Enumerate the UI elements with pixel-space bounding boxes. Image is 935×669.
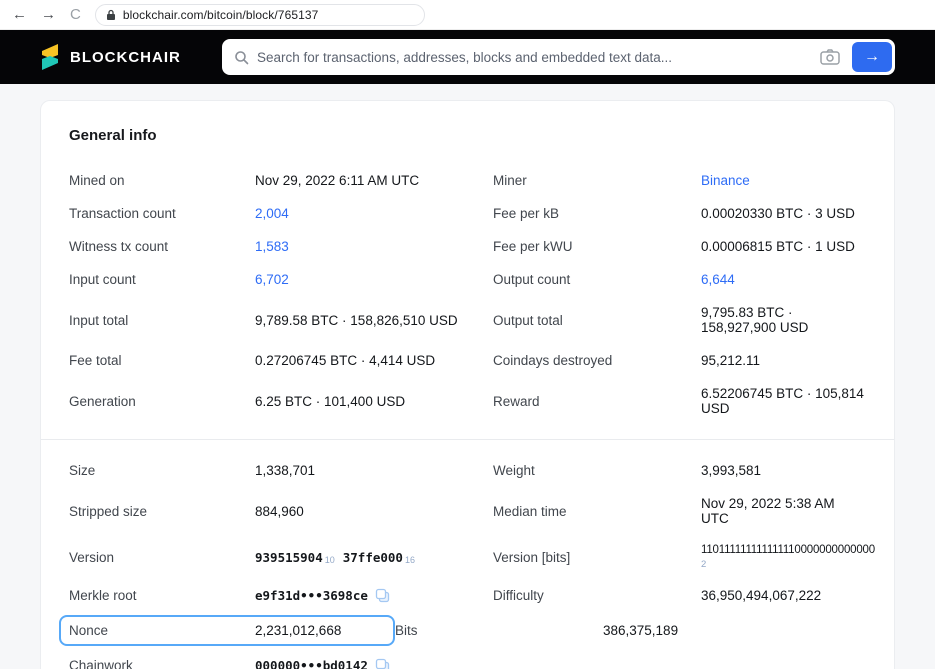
row-witness-feekwu: Witness tx count 1,583 Fee per kWU 0.000… xyxy=(69,230,866,263)
output-total-label: Output total xyxy=(493,313,701,328)
section-title: General info xyxy=(69,127,866,144)
search-icon xyxy=(234,50,249,65)
generation-value: 6.25 BTC · 101,400 USD xyxy=(255,394,493,409)
merkle-root-label: Merkle root xyxy=(69,588,255,603)
copy-icon[interactable] xyxy=(375,658,390,669)
weight-value: 3,993,581 xyxy=(701,463,866,478)
brand-name: BLOCKCHAIR xyxy=(70,49,181,66)
search-submit-button[interactable]: → xyxy=(852,42,892,72)
miner-label: Miner xyxy=(493,173,701,188)
copy-icon[interactable] xyxy=(375,588,390,603)
row-inputcount-outputcount: Input count 6,702 Output count 6,644 xyxy=(69,263,866,296)
stripped-size-label: Stripped size xyxy=(69,504,255,519)
site-header: BLOCKCHAIR → xyxy=(0,30,935,84)
arrow-right-icon: → xyxy=(864,48,880,66)
general-info-card: General info Mined on Nov 29, 2022 6:11 … xyxy=(40,100,895,669)
input-total-label: Input total xyxy=(69,313,255,328)
nonce-label: Nonce xyxy=(69,623,255,638)
version-hex-base: 16 xyxy=(405,555,415,565)
row-mined-on-miner: Mined on Nov 29, 2022 6:11 AM UTC Miner … xyxy=(69,164,866,197)
bits-value: 386,375,189 xyxy=(603,623,866,638)
input-count-link[interactable]: 6,702 xyxy=(255,272,493,287)
mined-on-value: Nov 29, 2022 6:11 AM UTC xyxy=(255,173,493,188)
blockchair-logo-icon xyxy=(40,44,60,70)
fee-per-kwu-value: 0.00006815 BTC · 1 USD xyxy=(701,239,866,254)
version-bits-label: Version [bits] xyxy=(493,550,701,565)
version-hex: 37ffe000 xyxy=(343,550,403,565)
row-chainwork: Chainwork 000000•••bd0142 xyxy=(69,649,866,669)
coindays-destroyed-label: Coindays destroyed xyxy=(493,353,701,368)
row-feetotal-coindays: Fee total 0.27206745 BTC · 4,414 USD Coi… xyxy=(69,344,866,377)
row-inputtotal-outputtotal: Input total 9,789.58 BTC · 158,826,510 U… xyxy=(69,296,866,344)
fee-total-value: 0.27206745 BTC · 4,414 USD xyxy=(255,353,493,368)
row-txcount-feekb: Transaction count 2,004 Fee per kB 0.000… xyxy=(69,197,866,230)
version-decimal-base: 10 xyxy=(325,555,335,565)
difficulty-label: Difficulty xyxy=(493,588,701,603)
row-version-versionbits: Version 939515904 10 37ffe000 16 Version… xyxy=(69,535,866,579)
transaction-count-link[interactable]: 2,004 xyxy=(255,206,493,221)
version-label: Version xyxy=(69,550,255,565)
search-input[interactable] xyxy=(257,50,808,65)
row-merkle-difficulty: Merkle root e9f31d•••3698ce Difficulty 3… xyxy=(69,579,866,612)
transaction-count-label: Transaction count xyxy=(69,206,255,221)
output-count-link[interactable]: 6,644 xyxy=(701,272,866,287)
reload-icon[interactable]: C xyxy=(70,7,81,22)
row-strippedsize-mediantime: Stripped size 884,960 Median time Nov 29… xyxy=(69,487,866,535)
nonce-highlight: Nonce 2,231,012,668 xyxy=(59,615,395,646)
reward-value: 6.52206745 BTC · 105,814 USD xyxy=(701,386,866,416)
reward-label: Reward xyxy=(493,394,701,409)
fee-per-kwu-label: Fee per kWU xyxy=(493,239,701,254)
generation-label: Generation xyxy=(69,394,255,409)
median-time-value: Nov 29, 2022 5:38 AM UTC xyxy=(701,496,866,526)
input-total-value: 9,789.58 BTC · 158,826,510 USD xyxy=(255,313,493,328)
url-text: blockchair.com/bitcoin/block/765137 xyxy=(123,8,319,22)
lock-icon xyxy=(106,9,116,21)
input-count-label: Input count xyxy=(69,272,255,287)
chainwork-label: Chainwork xyxy=(69,658,255,669)
stripped-size-value: 884,960 xyxy=(255,504,493,519)
witness-tx-count-label: Witness tx count xyxy=(69,239,255,254)
address-bar[interactable]: blockchair.com/bitcoin/block/765137 xyxy=(95,4,425,26)
section-divider xyxy=(41,439,894,440)
version-bits-value: 110111111111111110000000000000 xyxy=(701,544,875,556)
browser-chrome: ← → C blockchair.com/bitcoin/block/76513… xyxy=(0,0,935,30)
fee-per-kb-value: 0.00020330 BTC · 3 USD xyxy=(701,206,866,221)
output-total-value: 9,795.83 BTC · 158,927,900 USD xyxy=(701,305,866,335)
camera-icon[interactable] xyxy=(808,49,852,65)
fee-total-label: Fee total xyxy=(69,353,255,368)
search-bar: → xyxy=(222,39,895,75)
brand-home-link[interactable]: BLOCKCHAIR xyxy=(40,44,222,70)
version-bits-base: 2 xyxy=(701,559,875,570)
mined-on-label: Mined on xyxy=(69,173,255,188)
page-body: General info Mined on Nov 29, 2022 6:11 … xyxy=(0,84,935,669)
chainwork-value: 000000•••bd0142 xyxy=(255,658,368,669)
median-time-label: Median time xyxy=(493,504,701,519)
row-size-weight: Size 1,338,701 Weight 3,993,581 xyxy=(69,454,866,487)
row-nonce-bits: Nonce 2,231,012,668 Bits 386,375,189 xyxy=(69,612,866,649)
forward-icon[interactable]: → xyxy=(41,7,56,22)
bits-label: Bits xyxy=(395,623,603,638)
output-count-label: Output count xyxy=(493,272,701,287)
version-decimal: 939515904 xyxy=(255,550,323,565)
fee-per-kb-label: Fee per kB xyxy=(493,206,701,221)
merkle-root-value: e9f31d•••3698ce xyxy=(255,588,368,603)
size-label: Size xyxy=(69,463,255,478)
witness-tx-count-link[interactable]: 1,583 xyxy=(255,239,493,254)
miner-link[interactable]: Binance xyxy=(701,173,866,188)
coindays-destroyed-value: 95,212.11 xyxy=(701,353,866,368)
back-icon[interactable]: ← xyxy=(12,7,27,22)
difficulty-value: 36,950,494,067,222 xyxy=(701,588,866,603)
nonce-value: 2,231,012,668 xyxy=(255,623,385,638)
row-generation-reward: Generation 6.25 BTC · 101,400 USD Reward… xyxy=(69,377,866,425)
weight-label: Weight xyxy=(493,463,701,478)
size-value: 1,338,701 xyxy=(255,463,493,478)
